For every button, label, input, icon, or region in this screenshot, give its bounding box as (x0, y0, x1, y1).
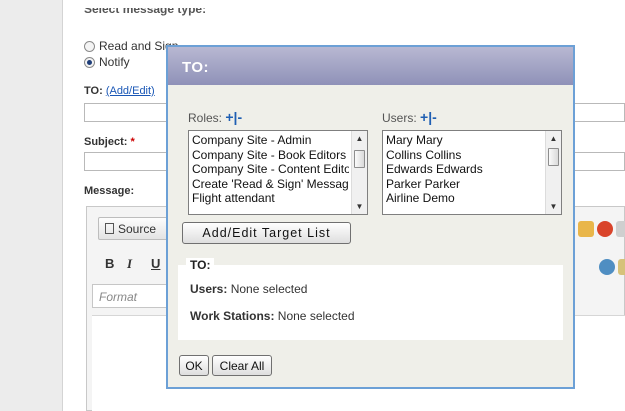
to-add-edit-link[interactable]: (Add/Edit) (106, 85, 155, 97)
user-item[interactable]: Parker Parker (386, 177, 543, 192)
to-dialog: TO: Roles: +|- Company Site - Admin Comp… (166, 45, 575, 389)
notify-label: Notify (99, 55, 130, 69)
table-icon[interactable] (616, 221, 625, 237)
workstations-summary: Work Stations: None selected (190, 309, 355, 323)
flash-icon[interactable] (597, 221, 613, 237)
source-button[interactable]: Source (98, 217, 168, 240)
role-item[interactable]: Company Site - Book Editors (192, 148, 349, 163)
radio-read-and-sign[interactable] (84, 41, 95, 52)
scroll-down-arrow-icon[interactable]: ▼ (546, 199, 561, 214)
user-item[interactable]: Airline Demo (386, 191, 543, 206)
subject-label: Subject: * (84, 136, 135, 148)
users-listbox[interactable]: Mary Mary Collins Collins Edwards Edward… (382, 130, 562, 215)
users-scroll-thumb[interactable] (548, 148, 559, 166)
users-scrollbar[interactable]: ▲ ▼ (545, 131, 561, 214)
user-item[interactable]: Edwards Edwards (386, 162, 543, 177)
roles-scrollbar[interactable]: ▲ ▼ (351, 131, 367, 214)
link-icon[interactable] (599, 259, 615, 275)
add-edit-target-list-button[interactable]: Add/Edit Target List (182, 222, 351, 244)
to-summary-heading: TO: (186, 258, 215, 272)
required-mark: * (130, 136, 135, 148)
workstations-summary-label: Work Stations: (190, 309, 275, 323)
users-summary-value: None selected (230, 282, 308, 296)
users-remove-button[interactable]: - (432, 109, 437, 125)
user-item[interactable]: Collins Collins (386, 148, 543, 163)
format-select[interactable]: Format (92, 284, 172, 308)
source-label: Source (118, 222, 157, 236)
bold-button[interactable]: B (105, 256, 114, 271)
role-item[interactable]: Create 'Read & Sign' Messages (192, 177, 349, 192)
clear-all-button[interactable]: Clear All (212, 355, 272, 376)
roles-listbox[interactable]: Company Site - Admin Company Site - Book… (188, 130, 368, 215)
users-label: Users: (382, 111, 417, 125)
scroll-up-arrow-icon[interactable]: ▲ (352, 131, 367, 146)
users-add-button[interactable]: + (420, 109, 428, 125)
roles-label: Roles: (188, 111, 223, 125)
dialog-title: TO: (182, 59, 210, 76)
role-item[interactable]: Company Site - Content Editors (192, 162, 349, 177)
anchor-icon[interactable] (618, 259, 625, 275)
message-label: Message: (84, 185, 135, 197)
workstations-summary-value: None selected (277, 309, 355, 323)
scroll-up-arrow-icon[interactable]: ▲ (546, 131, 561, 146)
role-item[interactable]: Company Site - Admin (192, 133, 349, 148)
italic-button[interactable]: I (127, 256, 132, 272)
dialog-header[interactable]: TO: (168, 47, 573, 85)
users-summary: Users: None selected (190, 282, 307, 296)
image-icon[interactable] (578, 221, 594, 237)
users-label-row: Users: +|- (382, 109, 437, 125)
to-summary-panel: TO: Users: None selected Work Stations: … (178, 258, 563, 340)
role-item[interactable]: Flight attendant (192, 191, 349, 206)
user-item[interactable]: Mary Mary (386, 133, 543, 148)
roles-remove-button[interactable]: - (237, 109, 242, 125)
roles-scroll-thumb[interactable] (354, 150, 365, 168)
to-label: TO: (Add/Edit) (84, 85, 155, 97)
users-summary-label: Users: (190, 282, 228, 296)
roles-label-row: Roles: +|- (188, 109, 242, 125)
roles-add-button[interactable]: + (225, 109, 233, 125)
document-icon (105, 223, 114, 234)
underline-button[interactable]: U (151, 256, 160, 271)
scroll-down-arrow-icon[interactable]: ▼ (352, 199, 367, 214)
ok-button[interactable]: OK (179, 355, 209, 376)
radio-notify[interactable] (84, 57, 95, 68)
